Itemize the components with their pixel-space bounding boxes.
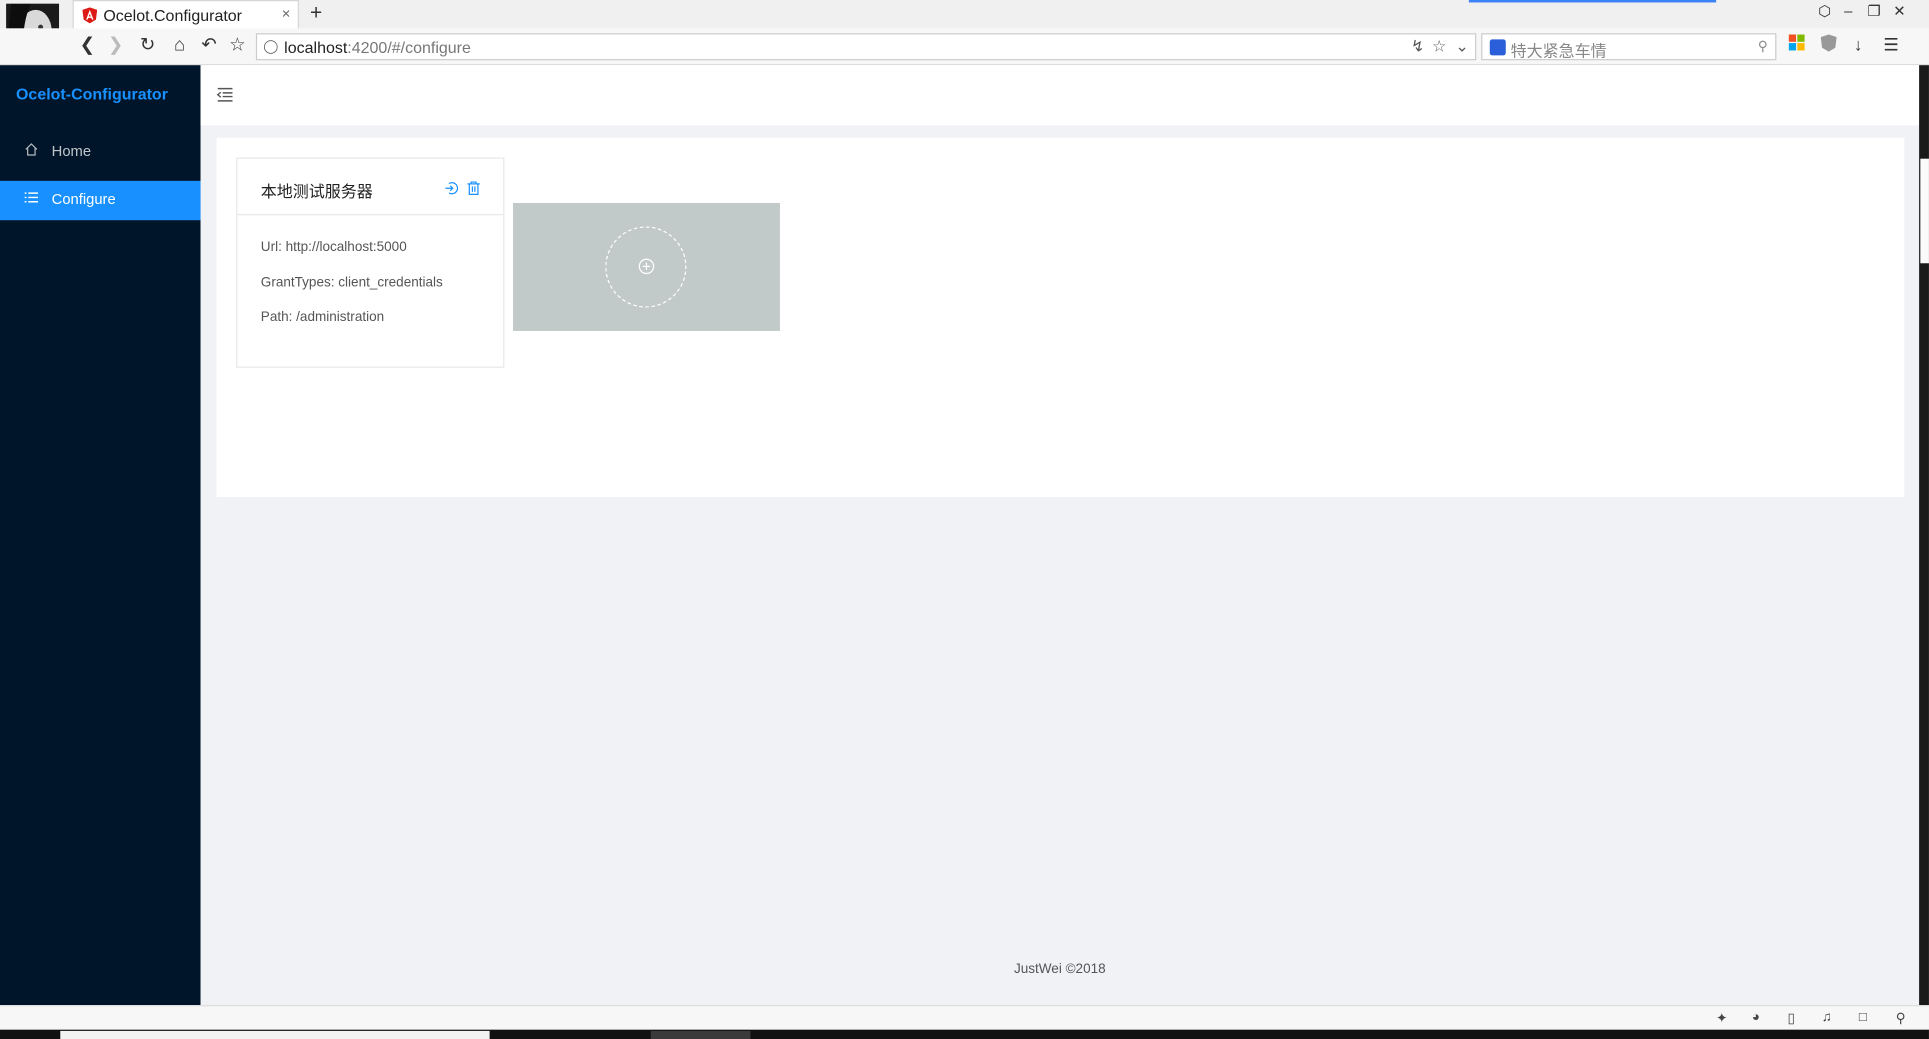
sidebar: Ocelot-Configurator Home Configure <box>0 65 201 1006</box>
server-grant-types: GrantTypes: client_credentials <box>260 274 443 290</box>
add-server-button[interactable] <box>605 226 687 308</box>
search-icon[interactable]: ⚲ <box>1758 38 1768 54</box>
plus-circle-icon <box>638 258 655 275</box>
home-page-icon[interactable]: ⌂ <box>169 34 191 56</box>
menu-fold-icon[interactable] <box>216 86 234 103</box>
search-engine-icon[interactable] <box>1489 39 1506 56</box>
sidebar-item-label: Home <box>51 142 92 160</box>
card-header: 本地测试服务器 <box>237 159 504 216</box>
browser-toolbar: ❮ ❯ ↻ ⌂ ↶ ☆ ◯ localhost:4200/#/configure… <box>0 28 1929 66</box>
taskbar <box>0 1029 1929 1039</box>
speed-icon[interactable]: ◕ <box>1752 1010 1760 1025</box>
app-header <box>200 65 1920 126</box>
tab-close-button[interactable]: × <box>282 5 291 22</box>
address-bar[interactable]: ◯ localhost:4200/#/configure ↯ ☆ ⌄ <box>255 33 1477 61</box>
volume-icon[interactable]: ♫ <box>1822 1010 1832 1025</box>
extension-icon[interactable] <box>1820 34 1837 55</box>
angular-icon <box>82 7 98 24</box>
home-icon <box>25 143 39 160</box>
download-icon[interactable]: ↓ <box>1854 34 1863 54</box>
search-input[interactable]: 特大紧急车情 <box>1511 38 1607 61</box>
close-window-button[interactable]: ✕ <box>1893 2 1905 19</box>
sidebar-item-configure[interactable]: Configure <box>0 180 201 221</box>
undo-close-icon[interactable]: ↶ <box>198 34 220 56</box>
trash-icon[interactable]: ▯ <box>1787 1010 1794 1026</box>
new-tab-button[interactable]: + <box>310 1 322 26</box>
reload-icon[interactable]: ↻ <box>137 34 159 56</box>
taskbar-item[interactable] <box>60 1030 490 1039</box>
shield-icon: ◯ <box>263 39 279 55</box>
skin-icon[interactable]: ⬡ <box>1818 2 1831 19</box>
minimize-button[interactable]: – <box>1844 2 1852 19</box>
zoom-icon[interactable]: ⚲ <box>1896 1010 1906 1026</box>
footer: JustWei ©2018 <box>1013 962 1106 977</box>
sidebar-item-home[interactable]: Home <box>0 133 201 172</box>
restore-button[interactable]: ❐ <box>1867 2 1880 19</box>
add-server-tile[interactable] <box>512 202 780 331</box>
tab-strip: Ocelot.Configurator × + ⬡ – ❐ ✕ <box>0 0 1929 60</box>
browser-window: { "browser": { "tab_title": "Ocelot.Conf… <box>0 0 1929 1039</box>
server-path: Path: /administration <box>260 310 385 325</box>
login-icon[interactable] <box>444 180 459 195</box>
app-logo[interactable]: Ocelot-Configurator <box>16 85 168 103</box>
loading-bar <box>1468 0 1717 3</box>
favorite-star-icon[interactable]: ☆ <box>1432 37 1446 57</box>
flash-icon[interactable]: ↯ <box>1411 37 1424 57</box>
list-icon <box>24 191 39 208</box>
scrollbar-thumb[interactable] <box>1920 158 1929 264</box>
card-title: 本地测试服务器 <box>260 182 373 201</box>
card-actions <box>441 180 481 202</box>
server-card: 本地测试服务器 Url: http://localhost:5000 Grant… <box>236 157 505 368</box>
browser-tab[interactable]: Ocelot.Configurator × <box>72 0 299 30</box>
menu-icon[interactable]: ☰ <box>1883 34 1898 55</box>
card-body: Url: http://localhost:5000 GrantTypes: c… <box>261 240 443 345</box>
status-bar: ✦ ◕ ▯ ♫ □ ⚲ <box>0 1005 1929 1030</box>
back-icon[interactable]: ❮ <box>76 34 98 56</box>
pin-icon[interactable]: ✦ <box>1716 1010 1727 1026</box>
window-icon[interactable]: □ <box>1859 1010 1867 1025</box>
bookmark-icon[interactable]: ☆ <box>226 34 248 56</box>
taskbar-item[interactable] <box>650 1030 751 1039</box>
delete-icon[interactable] <box>466 180 481 195</box>
chevron-down-icon[interactable]: ⌄ <box>1455 37 1468 57</box>
main-content: 本地测试服务器 Url: http://localhost:5000 Grant… <box>216 137 1905 498</box>
forward-icon[interactable]: ❯ <box>105 34 127 56</box>
url-text[interactable]: localhost:4200/#/configure <box>284 38 471 56</box>
tab-title: Ocelot.Configurator <box>103 6 243 25</box>
sidebar-item-label: Configure <box>51 190 116 208</box>
search-box[interactable]: 特大紧急车情 ⚲ <box>1481 33 1777 61</box>
apps-icon[interactable] <box>1788 34 1805 54</box>
server-url: Url: http://localhost:5000 <box>260 239 407 255</box>
